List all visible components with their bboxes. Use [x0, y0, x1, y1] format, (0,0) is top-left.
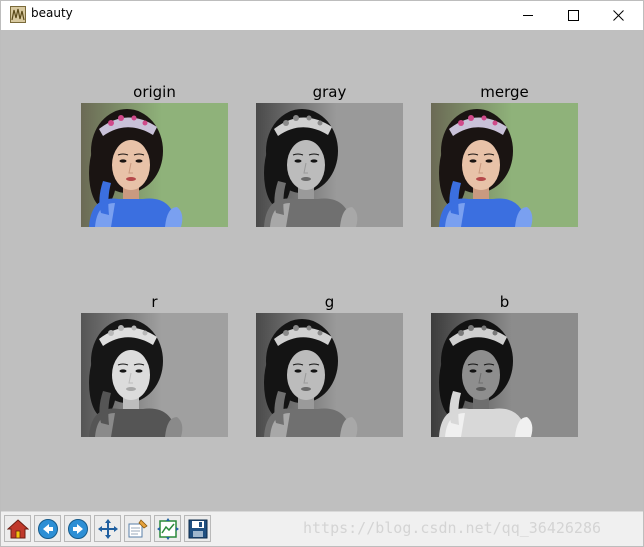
- figure-window: beauty origin gray merge r g b https://b…: [0, 0, 644, 547]
- image-merge: [431, 103, 578, 227]
- back-icon: [37, 518, 58, 539]
- subplot-title: g: [324, 293, 335, 311]
- matplotlib-app-icon: [10, 6, 26, 23]
- image-g: [256, 313, 403, 437]
- figure-canvas[interactable]: origin gray merge r g b: [1, 30, 643, 511]
- image-r: [81, 313, 228, 437]
- zoom-button[interactable]: [124, 515, 151, 542]
- forward-icon: [67, 518, 88, 539]
- image-b: [431, 313, 578, 437]
- save-icon: [188, 519, 207, 538]
- maximize-button[interactable]: [550, 1, 596, 29]
- pan-button[interactable]: [94, 515, 121, 542]
- home-button[interactable]: [4, 515, 31, 542]
- zoom-icon: [128, 518, 148, 537]
- subplots-config-icon: [156, 517, 179, 540]
- image-gray: [256, 103, 403, 227]
- image-origin: [81, 103, 228, 227]
- subplot-title: gray: [312, 83, 347, 101]
- pan-icon: [97, 518, 118, 539]
- maximize-icon: [567, 9, 579, 21]
- minimize-icon: [522, 14, 533, 16]
- subplot-title: merge: [480, 83, 529, 101]
- save-button[interactable]: [184, 515, 211, 542]
- close-icon: [612, 9, 624, 21]
- window-title: beauty: [31, 6, 73, 20]
- forward-button[interactable]: [64, 515, 91, 542]
- subplot-title: b: [499, 293, 510, 311]
- subplot-title: r: [151, 293, 158, 311]
- subplot-title: origin: [133, 83, 176, 101]
- minimize-button[interactable]: [505, 1, 551, 29]
- back-button[interactable]: [34, 515, 61, 542]
- watermark-url: https://blog.csdn.net/qq_36426286: [303, 519, 602, 537]
- close-button[interactable]: [595, 1, 641, 29]
- navigation-toolbar: https://blog.csdn.net/qq_36426286: [1, 511, 643, 546]
- configure-subplots-button[interactable]: [154, 515, 181, 542]
- title-bar: beauty: [1, 1, 643, 29]
- home-icon: [6, 518, 29, 538]
